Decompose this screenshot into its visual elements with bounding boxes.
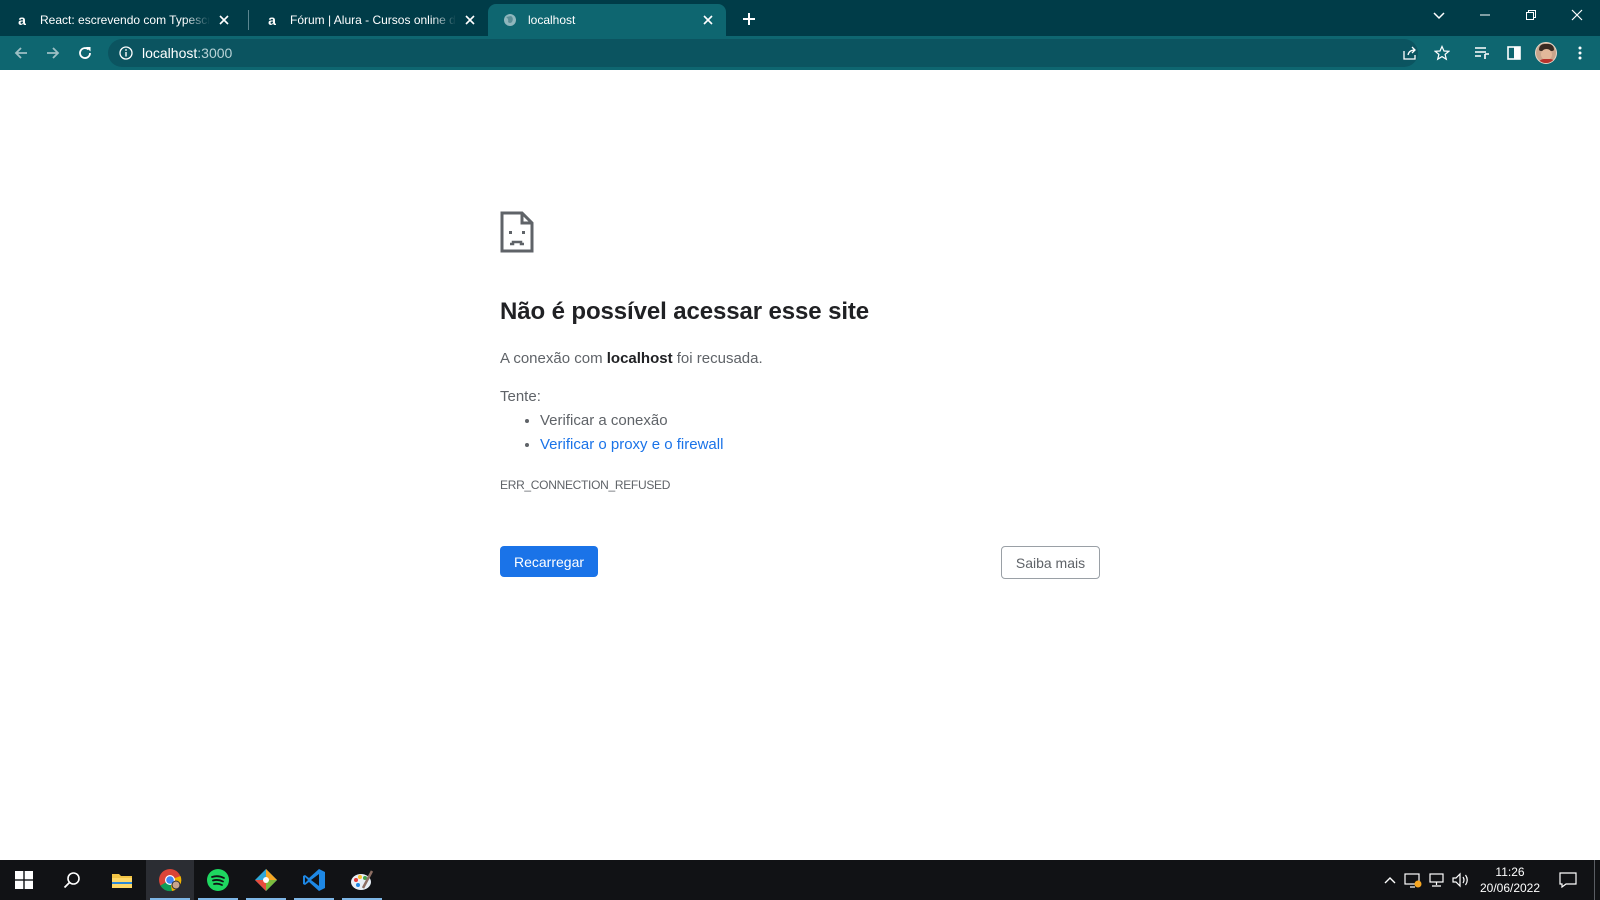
error-title: Não é possível acessar esse site <box>500 298 870 325</box>
taskbar-file-explorer[interactable] <box>98 860 146 900</box>
sad-page-icon <box>500 211 534 253</box>
back-button[interactable] <box>7 39 35 67</box>
windows-start-icon <box>15 871 33 889</box>
alura-a-icon: a <box>18 12 26 28</box>
tray-windows-update[interactable] <box>1403 870 1423 890</box>
side-panel-icon <box>1507 46 1521 60</box>
update-icon <box>1404 873 1422 888</box>
share-button[interactable] <box>1396 39 1424 67</box>
close-window-button[interactable] <box>1554 0 1600 30</box>
tab-title: localhost <box>528 13 576 27</box>
try-label: Tente: <box>500 388 541 405</box>
close-icon[interactable] <box>700 12 716 28</box>
restore-button[interactable] <box>1508 0 1554 30</box>
clock-time: 11:26 <box>1495 865 1525 879</box>
chevron-down-icon <box>1433 12 1445 20</box>
tab-react-typescript[interactable]: a React: escrevendo com Typescrip <box>0 4 242 36</box>
reload-icon <box>79 47 91 59</box>
error-description-suffix: foi recusada. <box>672 350 763 367</box>
tab-localhost[interactable]: localhost <box>488 4 726 36</box>
taskbar-git-kraken[interactable] <box>242 860 290 900</box>
side-panel-button[interactable] <box>1500 39 1528 67</box>
profile-avatar[interactable] <box>1535 42 1557 64</box>
arrow-left-icon <box>14 47 27 59</box>
reload-page-button[interactable]: Recarregar <box>500 546 598 577</box>
window-controls <box>1462 0 1600 32</box>
tray-volume[interactable] <box>1451 870 1471 890</box>
volume-icon <box>1452 872 1468 888</box>
error-code: ERR_CONNECTION_REFUSED <box>500 478 671 492</box>
reading-list-button[interactable] <box>1468 39 1496 67</box>
kebab-menu-icon <box>1578 46 1582 60</box>
suggestions-list: Verificar a conexão Verificar o proxy e … <box>540 412 723 460</box>
close-icon[interactable] <box>216 12 232 28</box>
globe-icon <box>502 12 518 28</box>
restore-icon <box>1526 10 1536 20</box>
suggestion-check-proxy-firewall-link[interactable]: Verificar o proxy e o firewall <box>540 436 723 460</box>
details-button[interactable]: Saiba mais <box>1001 546 1100 579</box>
show-hidden-icons-button[interactable] <box>1380 870 1400 890</box>
tab-search-button[interactable] <box>1426 4 1452 28</box>
close-icon <box>1571 9 1583 21</box>
new-tab-button[interactable] <box>737 7 761 31</box>
close-icon[interactable] <box>462 12 478 28</box>
playlist-icon <box>1475 47 1489 59</box>
info-icon[interactable] <box>118 45 134 61</box>
notification-icon <box>1559 872 1577 888</box>
error-host: localhost <box>606 350 673 367</box>
action-center-button[interactable] <box>1556 870 1580 890</box>
minimize-button[interactable] <box>1462 0 1508 30</box>
search-icon <box>63 872 80 889</box>
reload-button[interactable] <box>71 39 99 67</box>
bookmark-button[interactable] <box>1428 39 1456 67</box>
plus-icon <box>743 13 755 25</box>
forward-button[interactable] <box>39 39 67 67</box>
taskbar-spotify[interactable] <box>194 860 242 900</box>
file-explorer-icon <box>112 874 132 888</box>
url-host: localhost <box>142 45 198 61</box>
arrow-right-icon <box>47 47 60 59</box>
tab-separator <box>248 10 249 30</box>
tab-title: Fórum | Alura - Cursos online de <box>290 13 456 27</box>
star-icon <box>1434 45 1450 61</box>
browser-toolbar: localhost:3000 <box>0 36 1600 70</box>
tab-title: React: escrevendo com Typescrip <box>40 13 210 27</box>
show-desktop-button[interactable] <box>1594 860 1595 900</box>
windows-taskbar: 11:26 20/06/2022 <box>0 860 1600 900</box>
taskbar-chrome[interactable] <box>146 860 194 900</box>
url-port: :3000 <box>197 45 233 61</box>
taskbar-search-button[interactable] <box>48 860 96 900</box>
paint-icon <box>351 870 374 890</box>
git-kraken-icon <box>255 869 277 891</box>
chrome-icon <box>159 869 182 892</box>
minimize-icon <box>1480 14 1490 16</box>
taskbar-paint[interactable] <box>338 860 386 900</box>
taskbar-vscode[interactable] <box>290 860 338 900</box>
address-bar[interactable]: localhost:3000 <box>108 39 1418 67</box>
alura-a-icon: a <box>268 12 276 28</box>
clock-date: 20/06/2022 <box>1479 881 1541 895</box>
tray-network[interactable] <box>1427 870 1447 890</box>
error-description-prefix: A conexão com <box>500 350 607 367</box>
spotify-icon <box>207 869 229 891</box>
share-icon <box>1403 46 1416 60</box>
menu-button[interactable] <box>1566 39 1594 67</box>
suggestion-check-connection: Verificar a conexão <box>540 412 723 436</box>
tab-strip: a React: escrevendo com Typescrip a Fóru… <box>0 0 1600 36</box>
network-icon <box>1429 873 1444 887</box>
vscode-icon <box>303 869 325 891</box>
start-button[interactable] <box>0 860 48 900</box>
tab-forum-alura[interactable]: a Fórum | Alura - Cursos online de <box>250 4 488 36</box>
error-description: A conexão com localhost foi recusada. <box>500 350 763 367</box>
chevron-up-icon <box>1384 877 1396 884</box>
error-page: Não é possível acessar esse site A conex… <box>0 70 1600 860</box>
taskbar-clock[interactable]: 11:26 20/06/2022 <box>1474 864 1546 896</box>
